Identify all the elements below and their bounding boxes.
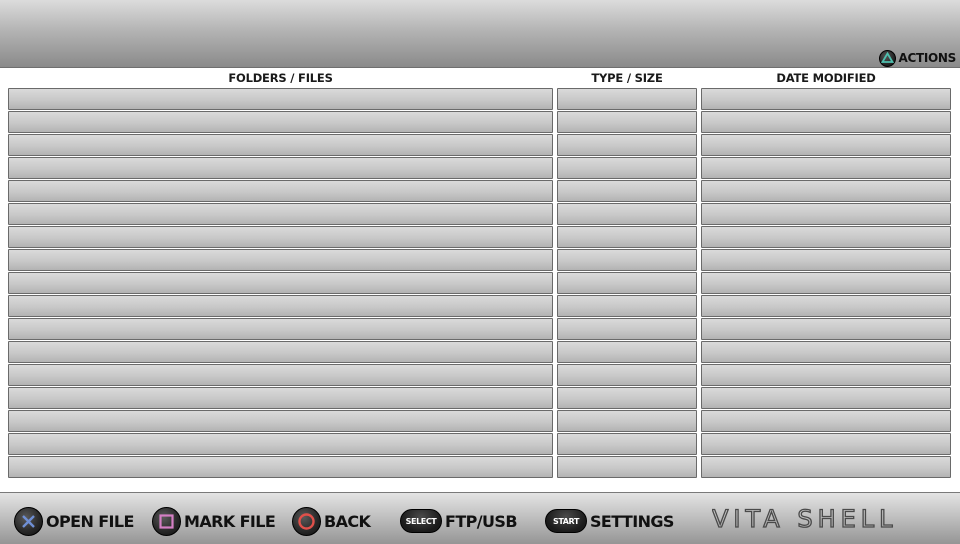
triangle-button-icon: [879, 49, 897, 67]
file-type-cell[interactable]: [557, 203, 697, 225]
settings-hint[interactable]: START SETTINGS: [545, 507, 674, 535]
file-date-cell[interactable]: [701, 134, 951, 156]
back-hint[interactable]: BACK: [292, 506, 371, 536]
file-date-cell[interactable]: [701, 249, 951, 271]
start-button-icon: START: [545, 509, 587, 533]
open-file-hint[interactable]: OPEN FILE: [14, 506, 134, 536]
file-name-cell[interactable]: [8, 157, 553, 179]
file-type-cell[interactable]: [557, 134, 697, 156]
file-type-cell[interactable]: [557, 249, 697, 271]
file-date-cell[interactable]: [701, 295, 951, 317]
file-date-cell[interactable]: [701, 387, 951, 409]
file-date-cell[interactable]: [701, 272, 951, 294]
circle-button-icon: [292, 506, 321, 536]
file-name-cell[interactable]: [8, 180, 553, 202]
file-date-cell[interactable]: [701, 157, 951, 179]
ftp-usb-hint[interactable]: SELECT FTP/USB: [400, 507, 518, 535]
file-name-cell[interactable]: [8, 203, 553, 225]
file-name-cell[interactable]: [8, 134, 553, 156]
column-type-size: [557, 88, 697, 479]
column-header-date-modified: DATE MODIFIED: [776, 71, 876, 85]
file-date-cell[interactable]: [701, 180, 951, 202]
file-date-cell[interactable]: [701, 111, 951, 133]
top-bar: ACTIONS: [0, 0, 960, 68]
mark-file-hint[interactable]: MARK FILE: [152, 506, 276, 536]
file-name-cell[interactable]: [8, 456, 553, 478]
file-name-cell[interactable]: [8, 226, 553, 248]
file-type-cell[interactable]: [557, 111, 697, 133]
file-name-cell[interactable]: [8, 387, 553, 409]
ftp-usb-label: FTP/USB: [445, 511, 518, 531]
file-type-cell[interactable]: [557, 295, 697, 317]
column-date-modified: [701, 88, 951, 479]
actions-label: ACTIONS: [898, 51, 956, 65]
file-name-cell[interactable]: [8, 364, 553, 386]
file-date-cell[interactable]: [701, 341, 951, 363]
file-date-cell[interactable]: [701, 456, 951, 478]
bottom-bar: OPEN FILE MARK FILE BACK SELECT FTP/USB …: [0, 492, 960, 544]
settings-label: SETTINGS: [590, 511, 674, 531]
file-type-cell[interactable]: [557, 180, 697, 202]
file-date-cell[interactable]: [701, 318, 951, 340]
file-type-cell[interactable]: [557, 433, 697, 455]
file-type-cell[interactable]: [557, 88, 697, 110]
file-name-cell[interactable]: [8, 88, 553, 110]
file-date-cell[interactable]: [701, 410, 951, 432]
file-name-cell[interactable]: [8, 249, 553, 271]
file-type-cell[interactable]: [557, 318, 697, 340]
select-button-icon: SELECT: [400, 509, 442, 533]
file-type-cell[interactable]: [557, 226, 697, 248]
square-button-icon: [152, 506, 181, 536]
file-type-cell[interactable]: [557, 410, 697, 432]
file-name-cell[interactable]: [8, 433, 553, 455]
file-date-cell[interactable]: [701, 226, 951, 248]
file-type-cell[interactable]: [557, 364, 697, 386]
file-type-cell[interactable]: [557, 387, 697, 409]
file-date-cell[interactable]: [701, 433, 951, 455]
column-header-type-size: TYPE / SIZE: [591, 71, 663, 85]
file-date-cell[interactable]: [701, 364, 951, 386]
mark-file-label: MARK FILE: [184, 511, 276, 531]
file-type-cell[interactable]: [557, 272, 697, 294]
open-file-label: OPEN FILE: [46, 511, 134, 531]
actions-hint[interactable]: ACTIONS: [879, 49, 956, 67]
cross-button-icon: [14, 506, 43, 536]
file-date-cell[interactable]: [701, 88, 951, 110]
file-name-cell[interactable]: [8, 111, 553, 133]
file-name-cell[interactable]: [8, 295, 553, 317]
file-type-cell[interactable]: [557, 341, 697, 363]
file-date-cell[interactable]: [701, 203, 951, 225]
back-label: BACK: [324, 511, 371, 531]
svg-text:VITA SHELL: VITA SHELL: [712, 505, 898, 533]
file-name-cell[interactable]: [8, 272, 553, 294]
file-browser: FOLDERS / FILES TYPE / SIZE DATE MODIFIE…: [0, 68, 960, 492]
column-header-folders-files: FOLDERS / FILES: [228, 71, 333, 85]
file-name-cell[interactable]: [8, 318, 553, 340]
file-type-cell[interactable]: [557, 157, 697, 179]
file-type-cell[interactable]: [557, 456, 697, 478]
column-folders-files: [8, 88, 553, 479]
vitashell-logo: VITA SHELL: [712, 504, 898, 533]
file-name-cell[interactable]: [8, 410, 553, 432]
file-name-cell[interactable]: [8, 341, 553, 363]
